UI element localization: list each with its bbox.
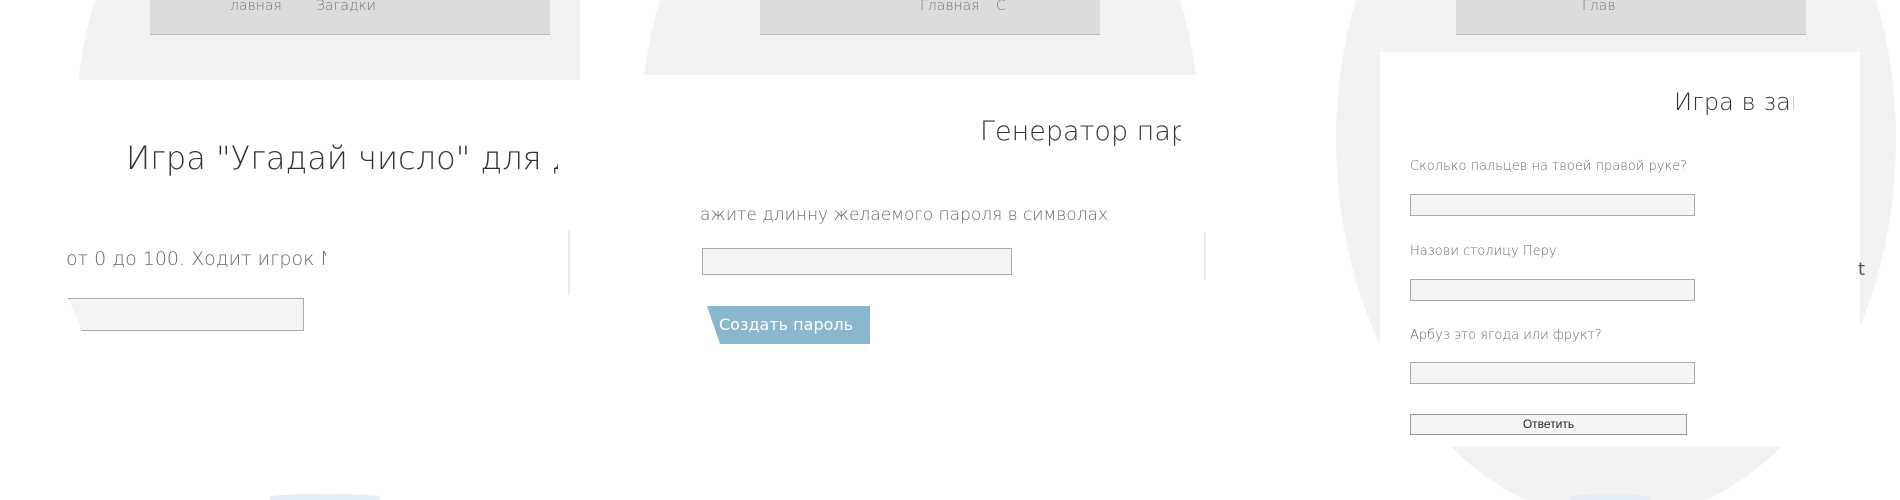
question-label: Арбуз это ягода или фрукт? bbox=[1410, 328, 1602, 343]
question-label: Назови столицу Перу. bbox=[1410, 244, 1561, 259]
nav-riddles-link[interactable]: Загадки bbox=[316, 0, 376, 14]
edge-marker bbox=[1204, 232, 1206, 280]
nav-home-link[interactable]: Главная bbox=[920, 0, 980, 14]
edge-marker bbox=[1861, 238, 1863, 242]
guess-game-panel: лавная Загадки Игра "Угадай число" для д… bbox=[0, 0, 580, 500]
nav-home-link[interactable]: Глав bbox=[1582, 0, 1616, 14]
turn-status: от 0 до 100. Ходит игрок №1 bbox=[66, 248, 326, 270]
top-nav: Глав bbox=[1456, 0, 1806, 35]
nav-home-link[interactable]: лавная bbox=[230, 0, 282, 14]
top-nav: лавная Загадки bbox=[150, 0, 550, 35]
answer-input[interactable] bbox=[1410, 362, 1695, 384]
riddles-game-panel: Глав Игра в заг Сколько пальцев на твоей… bbox=[1210, 0, 1900, 500]
bottom-arc bbox=[270, 494, 380, 500]
guess-input[interactable] bbox=[68, 298, 304, 331]
page-title: Игра в заг bbox=[1674, 88, 1794, 116]
password-length-input[interactable] bbox=[702, 248, 1012, 275]
question-label: Сколько пальцев на твоей правой руке? bbox=[1410, 159, 1688, 174]
nav-extra-link[interactable]: С bbox=[996, 0, 1006, 14]
edge-marker bbox=[568, 230, 570, 295]
submit-button[interactable]: Ответить bbox=[1410, 414, 1687, 435]
create-password-button[interactable]: Создать пароль bbox=[707, 306, 870, 344]
answer-input[interactable] bbox=[1410, 279, 1695, 301]
top-nav: Главная С bbox=[760, 0, 1100, 35]
password-generator-panel: Главная С Генератор парс ажите длинну же… bbox=[580, 0, 1210, 500]
length-prompt: ажите длинну желаемого пароля в символах bbox=[700, 205, 1109, 225]
answer-input[interactable] bbox=[1410, 194, 1695, 216]
bottom-arc bbox=[1570, 494, 1650, 500]
edge-letter: t bbox=[1858, 259, 1866, 280]
page-title: Игра "Угадай число" для дву bbox=[126, 139, 558, 177]
page-title: Генератор парс bbox=[980, 116, 1181, 147]
